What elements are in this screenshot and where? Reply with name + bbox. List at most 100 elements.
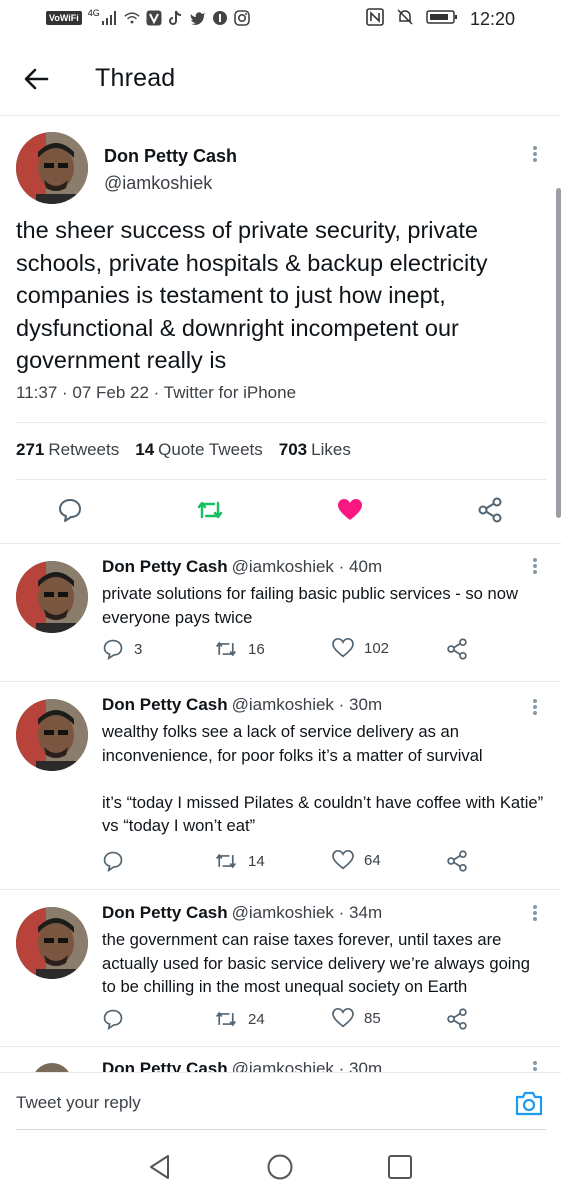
retweets-count: 271 — [16, 440, 45, 459]
clock: 12:20 — [469, 9, 515, 29]
quotes-count: 14 — [135, 440, 155, 459]
retweet-icon[interactable] — [196, 496, 224, 524]
retweet-icon — [216, 641, 236, 657]
display-name[interactable]: Don Petty Cash — [102, 557, 228, 576]
retweet-icon — [216, 1011, 236, 1027]
retweet-button[interactable]: 24 — [214, 1008, 265, 1030]
avatar[interactable] — [16, 907, 88, 979]
retweet-icon — [216, 853, 236, 869]
nfc-icon — [366, 8, 384, 31]
heart-icon — [332, 1008, 354, 1028]
reply-tweet[interactable]: Don Petty Cash @iamkoshiek · 30m wealthy … — [0, 682, 561, 890]
user-handle: @iamkoshiek · 30m — [231, 1059, 383, 1072]
tweet-stats: 271 Retweets 14 Quote Tweets 703 Likes — [16, 440, 351, 460]
reply-tweet[interactable]: Don Petty Cash @iamkoshiek · 40m private … — [0, 544, 561, 682]
reply-icon — [103, 851, 123, 872]
likes-stat[interactable]: 703 Likes — [279, 440, 351, 460]
like-count: 64 — [364, 851, 381, 869]
heart-icon — [332, 638, 354, 658]
network-type: 4G — [87, 8, 100, 18]
reply-icon[interactable] — [56, 496, 84, 524]
tiktok-icon — [168, 10, 184, 26]
muted-bell-icon — [396, 8, 414, 31]
like-count: 85 — [364, 1009, 381, 1027]
recents-square-icon[interactable] — [386, 1153, 414, 1181]
back-triangle-icon[interactable] — [146, 1153, 174, 1181]
status-bar: VoWiFi 4G 12:20 — [0, 0, 561, 42]
twitter-icon — [190, 10, 206, 26]
notification-app-icon — [212, 10, 228, 26]
share-button[interactable] — [446, 850, 468, 872]
avatar[interactable] — [32, 1063, 72, 1072]
reply-tweet[interactable]: Don Petty Cash @iamkoshiek · 34m the gove… — [0, 890, 561, 1047]
avatar[interactable] — [16, 699, 88, 771]
share-icon — [447, 1008, 467, 1030]
retweets-stat[interactable]: 271 Retweets — [16, 440, 119, 460]
thread-header: Thread — [0, 42, 561, 116]
reply-input[interactable]: Tweet your reply — [16, 1093, 141, 1113]
divider — [16, 422, 546, 423]
signal-icon — [101, 10, 118, 26]
instagram-icon — [233, 10, 250, 26]
user-handle[interactable]: @iamkoshiek — [104, 173, 212, 194]
display-name[interactable]: Don Petty Cash — [102, 903, 228, 922]
vowifi-indicator: VoWiFi — [46, 11, 82, 25]
more-options-icon[interactable] — [530, 697, 540, 719]
share-icon[interactable] — [476, 496, 504, 524]
tweet-text: the government can raise taxes forever, … — [102, 930, 530, 996]
reply-icon — [103, 1009, 123, 1030]
reply-button[interactable] — [102, 1008, 134, 1030]
wifi-icon — [124, 10, 140, 26]
retweet-button[interactable]: 16 — [214, 638, 265, 660]
avatar[interactable] — [16, 132, 88, 204]
reply-button[interactable]: 3 — [102, 638, 142, 660]
reply-count: 3 — [134, 640, 143, 658]
battery-icon — [426, 9, 458, 30]
reply-tweet[interactable]: Don Petty Cash @iamkoshiek · 30m — [0, 1047, 561, 1072]
back-arrow-icon[interactable] — [22, 64, 52, 94]
like-count: 102 — [364, 639, 390, 657]
divider — [16, 1129, 546, 1130]
retweet-count: 14 — [248, 852, 265, 870]
reply-button[interactable] — [102, 850, 134, 872]
reply-composer[interactable]: Tweet your reply — [0, 1072, 561, 1130]
like-button[interactable]: 85 — [332, 1008, 381, 1028]
main-tweet: Don Petty Cash @iamkoshiek the sheer suc… — [0, 116, 561, 544]
retweets-label: Retweets — [48, 440, 120, 459]
likes-label: Likes — [311, 440, 351, 459]
divider — [16, 479, 546, 480]
tweet-timestamp: 11:37 · 07 Feb 22 · Twitter for iPhone — [16, 383, 297, 402]
more-options-icon[interactable] — [530, 556, 540, 578]
retweet-count: 16 — [248, 640, 265, 658]
retweet-count: 24 — [248, 1010, 265, 1028]
more-options-icon[interactable] — [530, 903, 540, 925]
app-v-icon — [146, 10, 162, 26]
camera-icon[interactable] — [514, 1089, 544, 1117]
like-button[interactable]: 64 — [332, 850, 381, 870]
reply-icon — [103, 639, 123, 660]
share-icon — [447, 850, 467, 872]
home-circle-icon[interactable] — [266, 1153, 294, 1181]
share-button[interactable] — [446, 638, 468, 660]
avatar[interactable] — [16, 561, 88, 633]
retweet-button[interactable]: 14 — [214, 850, 265, 872]
quotes-label: Quote Tweets — [158, 440, 263, 459]
share-button[interactable] — [446, 1008, 468, 1030]
tweet-text: wealthy folks see a lack of service deli… — [102, 722, 544, 835]
system-nav-bar — [0, 1131, 561, 1200]
more-options-icon[interactable] — [530, 144, 540, 166]
display-name[interactable]: Don Petty Cash — [102, 1059, 228, 1072]
user-handle: @iamkoshiek · 34m — [231, 903, 383, 922]
user-handle: @iamkoshiek · 30m — [231, 695, 383, 714]
quotes-stat[interactable]: 14 Quote Tweets — [135, 440, 263, 460]
like-button[interactable]: 102 — [332, 638, 389, 658]
heart-icon — [332, 850, 354, 870]
more-options-icon[interactable] — [530, 1059, 540, 1072]
share-icon — [447, 638, 467, 660]
tweet-text: private solutions for failing basic publ… — [102, 584, 518, 627]
display-name[interactable]: Don Petty Cash — [104, 146, 237, 167]
tweet-text: the sheer success of private security, p… — [16, 217, 488, 373]
display-name[interactable]: Don Petty Cash — [102, 695, 228, 714]
likes-count: 703 — [278, 440, 308, 459]
liked-heart-icon[interactable] — [336, 496, 364, 524]
